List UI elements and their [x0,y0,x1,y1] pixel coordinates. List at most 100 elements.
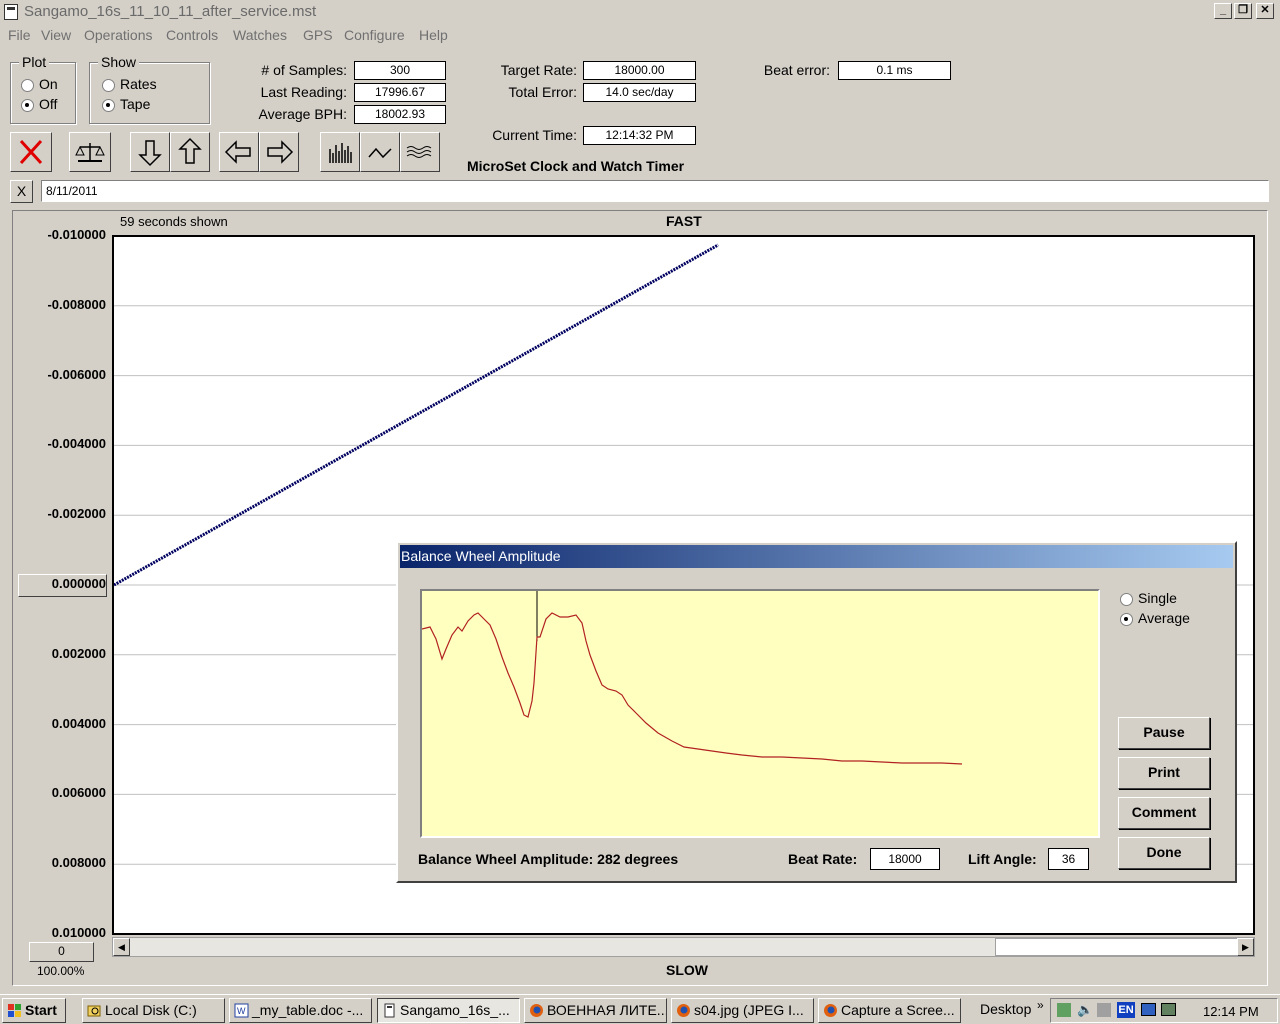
taskbar: Start Local Disk (C:) W _my_table.doc -.… [0,994,1280,1024]
beat-rate-field[interactable]: 18000 [870,848,940,870]
desktop-toolbar-label[interactable]: Desktop [980,1001,1031,1017]
lift-angle-field[interactable]: 36 [1048,848,1089,870]
seconds-shown-label: 59 seconds shown [120,214,228,229]
waves-button[interactable] [400,132,440,172]
horizontal-scrollbar[interactable]: ◀ ▶ [112,937,1255,957]
y-tick-label: 0.006000 [51,785,106,801]
bottom-value-box[interactable]: 0 [29,942,94,962]
print-button[interactable]: Print [1118,757,1210,789]
avg-bph-field: 18002.93 [354,105,446,124]
lift-angle-label: Lift Angle: [968,851,1037,867]
arrow-left-button[interactable] [219,132,259,172]
amplitude-plot [420,589,1100,838]
menu-gps[interactable]: GPS [303,27,333,43]
menu-view[interactable]: View [41,27,71,43]
dialog-title: Balance Wheel Amplitude [400,545,1233,568]
y-tick-label: -0.010000 [47,227,106,242]
done-button[interactable]: Done [1118,837,1210,869]
tray-clock: 12:14 PM [1203,1004,1259,1019]
average-radio[interactable]: Average [1120,610,1190,626]
current-time-label: Current Time: [492,127,577,143]
task-label: Capture a Scree... [841,1002,955,1018]
app-name-label: MicroSet Clock and Watch Timer [467,158,685,174]
stop-button[interactable] [10,132,52,172]
y-tick-label: 0.010000 [51,925,106,940]
computer-icon[interactable] [1161,1003,1176,1016]
task-label: _my_table.doc -... [252,1002,364,1018]
task-local-disk[interactable]: Local Disk (C:) [82,998,225,1023]
arrow-right-icon [267,140,294,164]
toolbar-chevron-icon[interactable]: » [1037,998,1044,1012]
current-time-field: 12:14:32 PM [583,126,696,145]
arrow-left-icon [224,140,251,164]
single-radio[interactable]: Single [1120,590,1177,606]
pause-button[interactable]: Pause [1118,717,1210,749]
app-icon [4,4,18,20]
task-label: ВОЕННАЯ ЛИТЕ... [547,1002,667,1018]
multi-wave-icon [406,146,432,158]
arrow-up-button[interactable] [170,132,210,172]
scroll-right-icon[interactable]: ▶ [1237,938,1254,956]
plot-off-radio[interactable]: Off [21,96,57,112]
word-doc-icon: W [234,1003,249,1018]
wave-icon [368,147,392,159]
amplitude-plot-svg [421,591,963,765]
fast-label: FAST [666,213,702,229]
task-firefox-1[interactable]: ВОЕННАЯ ЛИТЕ... [524,998,667,1023]
menu-file[interactable]: File [8,27,31,43]
plot-group-title: Plot [19,54,50,70]
speaker-icon[interactable]: 🔈 [1077,1002,1093,1018]
task-sangamo[interactable]: Sangamo_16s_... [377,998,520,1023]
comment-button[interactable]: Comment [1118,797,1210,829]
arrow-down-button[interactable] [130,132,170,172]
scale-icon [75,143,105,162]
task-firefox-2[interactable]: s04.jpg (JPEG I... [671,998,814,1023]
svg-text:W: W [237,1006,246,1016]
task-firefox-3[interactable]: Capture a Scree... [818,998,961,1023]
title-bar: Sangamo_16s_11_10_11_after_service.mst _… [0,0,1280,24]
y-tick-label: 0.002000 [51,645,106,661]
show-group: Show Rates Tape [89,54,210,124]
monitor-icon[interactable] [1141,1003,1156,1016]
start-button[interactable]: Start [2,998,66,1023]
bar-chart-button[interactable] [320,132,360,172]
bar-chart-icon [329,143,352,163]
firefox-icon [824,1004,837,1017]
menu-operations[interactable]: Operations [84,27,152,43]
avg-bph-label: Average BPH: [258,106,347,122]
y-tick-label: 0.004000 [51,715,106,731]
y-tick-label: -0.002000 [47,506,106,522]
network-icon[interactable] [1057,1003,1071,1017]
amplitude-dialog: Balance Wheel Amplitude Single Average P… [396,541,1237,883]
close-button[interactable]: ✕ [1256,3,1274,19]
scroll-left-icon[interactable]: ◀ [113,938,130,956]
show-tape-radio[interactable]: Tape [102,96,150,112]
arrow-up-icon [178,137,202,164]
zoom-label: 100.00% [37,964,85,978]
balance-button[interactable] [69,132,111,172]
task-word-doc[interactable]: W _my_table.doc -... [229,998,372,1023]
scroll-thumb[interactable] [995,938,1238,956]
last-reading-label: Last Reading: [260,84,347,100]
y-tick-label: 0.000000 [51,576,106,591]
y-tick-label: 0.008000 [51,855,106,871]
menu-controls[interactable]: Controls [166,27,218,43]
maximize-button[interactable]: ❐ [1234,3,1252,19]
arrow-right-button[interactable] [259,132,299,172]
show-rates-radio[interactable]: Rates [102,76,157,92]
wave-button[interactable] [360,132,400,172]
samples-field: 300 [354,61,446,80]
plot-on-radio[interactable]: On [21,76,58,92]
note-field[interactable]: 8/11/2011 [41,180,1269,202]
language-indicator[interactable]: EN [1117,1002,1135,1018]
note-close-button[interactable]: X [10,180,33,203]
show-group-title: Show [98,54,140,70]
menu-configure[interactable]: Configure [344,27,405,43]
app-window-icon [384,1003,395,1018]
menu-help[interactable]: Help [419,27,448,43]
menu-watches[interactable]: Watches [233,27,287,43]
minimize-button[interactable]: _ [1214,3,1232,19]
windows-logo-icon [8,1004,21,1017]
amplitude-value-label: Balance Wheel Amplitude: 282 degrees [418,851,679,867]
tray-app-icon[interactable] [1097,1003,1111,1017]
